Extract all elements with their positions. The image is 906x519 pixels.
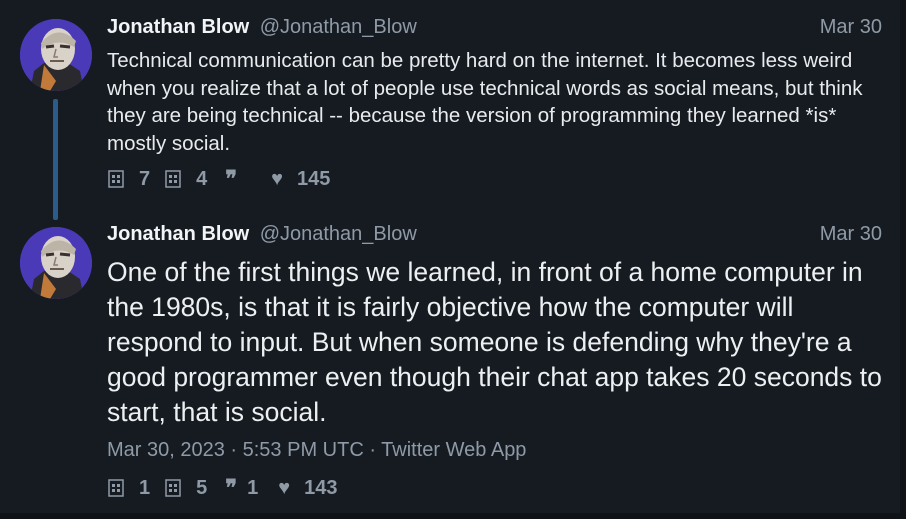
tweet-header: Jonathan Blow @Jonathan_Blow Mar 30 [107, 223, 882, 247]
like-count: 145 [296, 167, 331, 190]
retweet-stat[interactable]: 5 [164, 477, 207, 500]
avatar[interactable] [20, 227, 92, 299]
quote-stat[interactable]: ❞ [221, 166, 251, 192]
tweet-text: Technical communication can be pretty ha… [107, 49, 863, 155]
author-handle[interactable]: @Jonathan_Blow [260, 223, 417, 245]
reply-stat[interactable]: 7 [107, 168, 150, 191]
like-count: 143 [304, 476, 338, 499]
tweet-stats: 7 4 ❞ ♥ 145 [107, 166, 344, 192]
author-name[interactable]: Jonathan Blow [107, 223, 249, 245]
retweet-count: 4 [196, 167, 208, 190]
retweet-stat[interactable]: 4 [164, 168, 207, 191]
avatar[interactable] [20, 19, 92, 91]
author-handle[interactable]: @Jonathan_Blow [260, 16, 417, 38]
heart-icon: ♥ [271, 167, 283, 190]
author-name[interactable]: Jonathan Blow [107, 16, 249, 38]
retweet-icon [164, 478, 182, 498]
quote-icon: ❞ [225, 166, 238, 191]
comment-icon [107, 478, 125, 498]
like-stat[interactable]: ♥ 145 [265, 168, 330, 191]
thread-line [53, 99, 58, 220]
tweet-date[interactable]: Mar 30 [820, 16, 882, 39]
reply-stat[interactable]: 1 [107, 477, 150, 500]
timeline: Jonathan Blow @Jonathan_Blow Mar 30 Tech… [0, 0, 900, 513]
retweet-count: 5 [196, 476, 208, 499]
like-stat[interactable]: ♥ 143 [272, 477, 337, 500]
quote-count: 1 [247, 476, 259, 499]
tweet-date[interactable]: Mar 30 [820, 223, 882, 246]
quote-icon: ❞ [225, 475, 238, 500]
tweet-stats: 1 5 ❞ 1 ♥ 143 [107, 475, 351, 501]
quote-stat[interactable]: ❞ 1 [221, 475, 258, 501]
reply-count: 7 [139, 167, 151, 190]
tweet-text: One of the first things we learned, in f… [107, 257, 882, 427]
tweet-meta[interactable]: Mar 30, 2023 · 5:53 PM UTC · Twitter Web… [107, 439, 526, 462]
heart-icon: ♥ [278, 476, 291, 499]
retweet-icon [164, 169, 182, 189]
reply-count: 1 [139, 476, 151, 499]
tweet-header: Jonathan Blow @Jonathan_Blow Mar 30 [107, 16, 882, 40]
comment-icon [107, 169, 125, 189]
